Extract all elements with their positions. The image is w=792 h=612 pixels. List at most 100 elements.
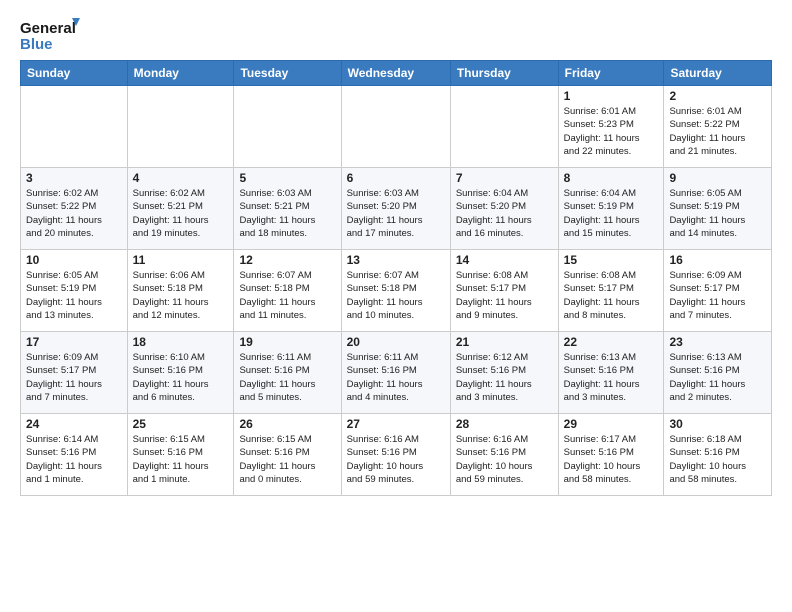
calendar-cell: 10 Sunrise: 6:05 AM Sunset: 5:19 PM Dayli… [21, 250, 128, 332]
day-info: Sunrise: 6:05 AM Sunset: 5:19 PM Dayligh… [669, 187, 766, 240]
calendar-cell: 8 Sunrise: 6:04 AM Sunset: 5:19 PM Daylig… [558, 168, 664, 250]
svg-text:Blue: Blue [20, 36, 53, 53]
calendar-cell [234, 86, 341, 168]
calendar-cell: 9 Sunrise: 6:05 AM Sunset: 5:19 PM Daylig… [664, 168, 772, 250]
day-info: Sunrise: 6:04 AM Sunset: 5:19 PM Dayligh… [564, 187, 659, 240]
day-number: 20 [347, 335, 445, 349]
day-number: 16 [669, 253, 766, 267]
day-info: Sunrise: 6:09 AM Sunset: 5:17 PM Dayligh… [669, 269, 766, 322]
day-number: 25 [133, 417, 229, 431]
calendar-cell: 27 Sunrise: 6:16 AM Sunset: 5:16 PM Dayli… [341, 414, 450, 496]
calendar-cell: 21Sunrise: 6:12 AM Sunset: 5:16 PM Dayli… [450, 332, 558, 414]
day-info: Sunrise: 6:08 AM Sunset: 5:17 PM Dayligh… [456, 269, 553, 322]
day-info: Sunrise: 6:16 AM Sunset: 5:16 PM Dayligh… [456, 433, 553, 486]
day-info: Sunrise: 6:08 AM Sunset: 5:17 PM Dayligh… [564, 269, 659, 322]
calendar-cell: 6Sunrise: 6:03 AM Sunset: 5:20 PM Daylig… [341, 168, 450, 250]
day-info: Sunrise: 6:12 AM Sunset: 5:16 PM Dayligh… [456, 351, 553, 404]
calendar-cell [127, 86, 234, 168]
calendar-cell: 24 Sunrise: 6:14 AM Sunset: 5:16 PM Dayli… [21, 414, 128, 496]
day-info: Sunrise: 6:13 AM Sunset: 5:16 PM Dayligh… [564, 351, 659, 404]
weekday-sunday: Sunday [21, 61, 128, 86]
day-number: 13 [347, 253, 445, 267]
calendar-cell: 14 Sunrise: 6:08 AM Sunset: 5:17 PM Dayli… [450, 250, 558, 332]
day-number: 2 [669, 89, 766, 103]
calendar-cell: 28 Sunrise: 6:16 AM Sunset: 5:16 PM Dayli… [450, 414, 558, 496]
calendar-cell: 11Sunrise: 6:06 AM Sunset: 5:18 PM Dayli… [127, 250, 234, 332]
calendar-cell: 22 Sunrise: 6:13 AM Sunset: 5:16 PM Dayli… [558, 332, 664, 414]
day-info: Sunrise: 6:03 AM Sunset: 5:20 PM Dayligh… [347, 187, 445, 240]
day-number: 17 [26, 335, 122, 349]
calendar-cell [450, 86, 558, 168]
day-info: Sunrise: 6:05 AM Sunset: 5:19 PM Dayligh… [26, 269, 122, 322]
day-number: 5 [239, 171, 335, 185]
logo-svg: General Blue [20, 16, 80, 54]
day-number: 23 [669, 335, 766, 349]
weekday-header-row: SundayMondayTuesdayWednesdayThursdayFrid… [21, 61, 772, 86]
day-info: Sunrise: 6:14 AM Sunset: 5:16 PM Dayligh… [26, 433, 122, 486]
calendar-cell: 17Sunrise: 6:09 AM Sunset: 5:17 PM Dayli… [21, 332, 128, 414]
week-row-3: 10 Sunrise: 6:05 AM Sunset: 5:19 PM Dayli… [21, 250, 772, 332]
week-row-5: 24 Sunrise: 6:14 AM Sunset: 5:16 PM Dayli… [21, 414, 772, 496]
day-number: 26 [239, 417, 335, 431]
day-number: 4 [133, 171, 229, 185]
day-info: Sunrise: 6:10 AM Sunset: 5:16 PM Dayligh… [133, 351, 229, 404]
calendar-cell: 16 Sunrise: 6:09 AM Sunset: 5:17 PM Dayli… [664, 250, 772, 332]
weekday-thursday: Thursday [450, 61, 558, 86]
weekday-friday: Friday [558, 61, 664, 86]
logo: General Blue [20, 16, 80, 54]
weekday-saturday: Saturday [664, 61, 772, 86]
day-info: Sunrise: 6:04 AM Sunset: 5:20 PM Dayligh… [456, 187, 553, 240]
day-info: Sunrise: 6:11 AM Sunset: 5:16 PM Dayligh… [347, 351, 445, 404]
calendar-cell: 4 Sunrise: 6:02 AM Sunset: 5:21 PM Daylig… [127, 168, 234, 250]
day-info: Sunrise: 6:07 AM Sunset: 5:18 PM Dayligh… [239, 269, 335, 322]
day-number: 9 [669, 171, 766, 185]
calendar-cell [21, 86, 128, 168]
weekday-monday: Monday [127, 61, 234, 86]
svg-text:General: General [20, 20, 76, 37]
day-info: Sunrise: 6:17 AM Sunset: 5:16 PM Dayligh… [564, 433, 659, 486]
day-number: 15 [564, 253, 659, 267]
calendar-cell: 26 Sunrise: 6:15 AM Sunset: 5:16 PM Dayli… [234, 414, 341, 496]
day-info: Sunrise: 6:01 AM Sunset: 5:23 PM Dayligh… [564, 105, 659, 158]
weekday-wednesday: Wednesday [341, 61, 450, 86]
page: General Blue SundayMondayTuesdayWednesda… [0, 0, 792, 506]
day-info: Sunrise: 6:11 AM Sunset: 5:16 PM Dayligh… [239, 351, 335, 404]
weekday-tuesday: Tuesday [234, 61, 341, 86]
calendar-cell: 25 Sunrise: 6:15 AM Sunset: 5:16 PM Dayli… [127, 414, 234, 496]
calendar-cell: 20 Sunrise: 6:11 AM Sunset: 5:16 PM Dayli… [341, 332, 450, 414]
day-info: Sunrise: 6:01 AM Sunset: 5:22 PM Dayligh… [669, 105, 766, 158]
day-info: Sunrise: 6:02 AM Sunset: 5:21 PM Dayligh… [133, 187, 229, 240]
calendar-cell: 18 Sunrise: 6:10 AM Sunset: 5:16 PM Dayli… [127, 332, 234, 414]
day-number: 30 [669, 417, 766, 431]
day-number: 12 [239, 253, 335, 267]
calendar-cell: 13 Sunrise: 6:07 AM Sunset: 5:18 PM Dayli… [341, 250, 450, 332]
day-info: Sunrise: 6:03 AM Sunset: 5:21 PM Dayligh… [239, 187, 335, 240]
calendar-cell: 2 Sunrise: 6:01 AM Sunset: 5:22 PM Daylig… [664, 86, 772, 168]
calendar-cell: 29Sunrise: 6:17 AM Sunset: 5:16 PM Dayli… [558, 414, 664, 496]
calendar-cell: 1Sunrise: 6:01 AM Sunset: 5:23 PM Daylig… [558, 86, 664, 168]
day-number: 8 [564, 171, 659, 185]
day-number: 27 [347, 417, 445, 431]
day-number: 14 [456, 253, 553, 267]
calendar-cell: 7Sunrise: 6:04 AM Sunset: 5:20 PM Daylig… [450, 168, 558, 250]
day-info: Sunrise: 6:18 AM Sunset: 5:16 PM Dayligh… [669, 433, 766, 486]
day-number: 28 [456, 417, 553, 431]
day-number: 22 [564, 335, 659, 349]
day-number: 24 [26, 417, 122, 431]
calendar-cell: 15 Sunrise: 6:08 AM Sunset: 5:17 PM Dayli… [558, 250, 664, 332]
calendar-cell: 23 Sunrise: 6:13 AM Sunset: 5:16 PM Dayli… [664, 332, 772, 414]
day-info: Sunrise: 6:07 AM Sunset: 5:18 PM Dayligh… [347, 269, 445, 322]
calendar-cell: 19Sunrise: 6:11 AM Sunset: 5:16 PM Dayli… [234, 332, 341, 414]
day-info: Sunrise: 6:13 AM Sunset: 5:16 PM Dayligh… [669, 351, 766, 404]
day-info: Sunrise: 6:16 AM Sunset: 5:16 PM Dayligh… [347, 433, 445, 486]
day-info: Sunrise: 6:02 AM Sunset: 5:22 PM Dayligh… [26, 187, 122, 240]
calendar: SundayMondayTuesdayWednesdayThursdayFrid… [20, 60, 772, 496]
day-info: Sunrise: 6:06 AM Sunset: 5:18 PM Dayligh… [133, 269, 229, 322]
day-number: 18 [133, 335, 229, 349]
calendar-cell: 3 Sunrise: 6:02 AM Sunset: 5:22 PM Daylig… [21, 168, 128, 250]
day-number: 10 [26, 253, 122, 267]
calendar-cell: 12 Sunrise: 6:07 AM Sunset: 5:18 PM Dayli… [234, 250, 341, 332]
day-info: Sunrise: 6:15 AM Sunset: 5:16 PM Dayligh… [239, 433, 335, 486]
day-info: Sunrise: 6:15 AM Sunset: 5:16 PM Dayligh… [133, 433, 229, 486]
day-number: 3 [26, 171, 122, 185]
